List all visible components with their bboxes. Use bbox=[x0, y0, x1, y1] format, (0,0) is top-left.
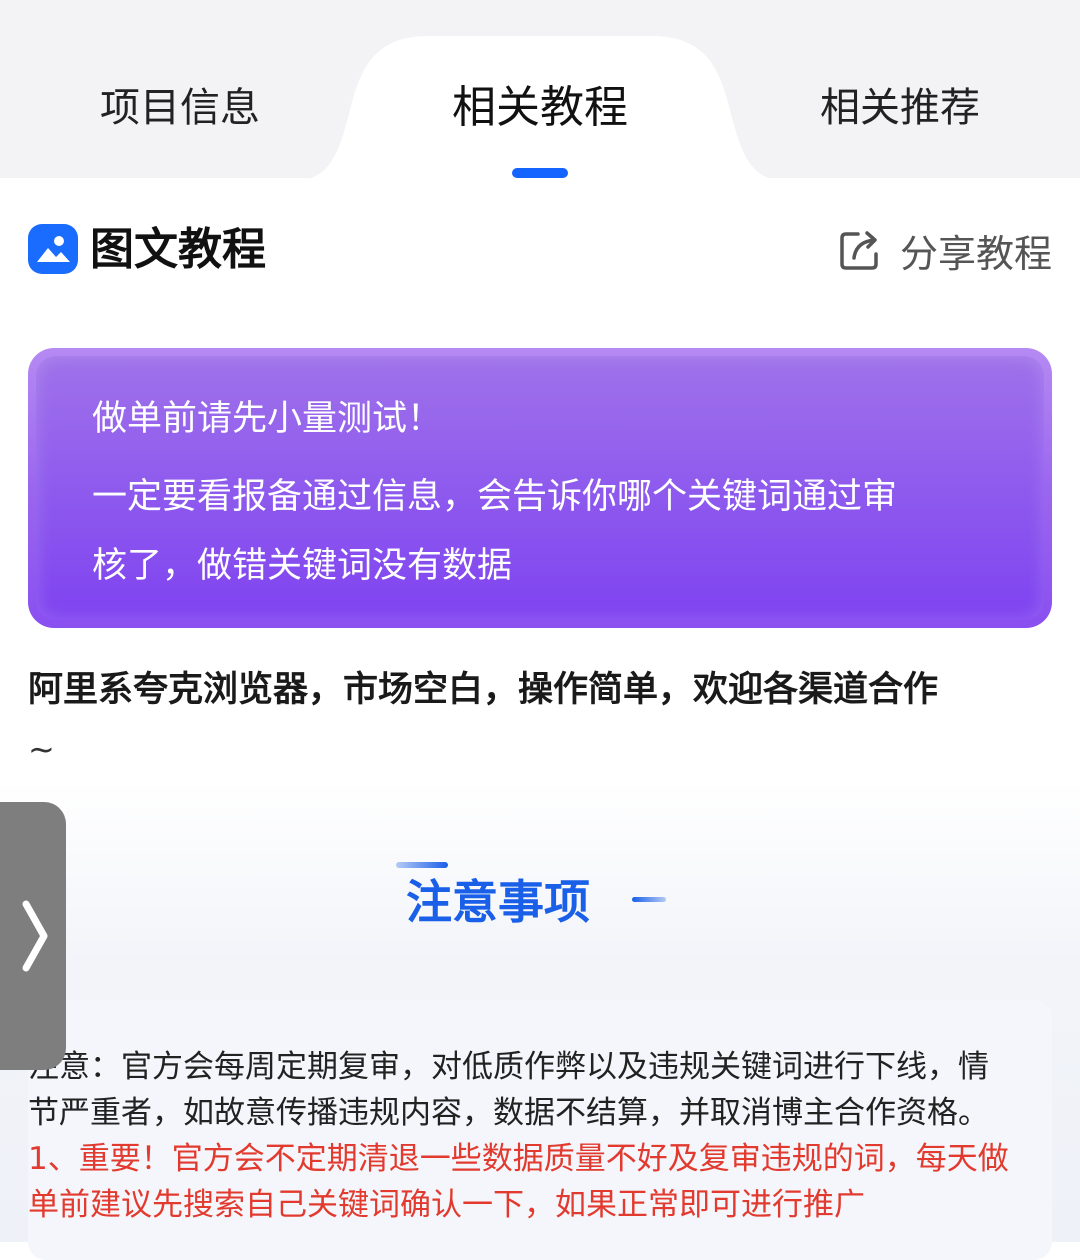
notes-paragraph: 注意：官方会每周定期复审，对低质作弊以及违规关键词进行下线，情节严重者，如故意传… bbox=[28, 1049, 989, 1131]
tab-project-info[interactable]: 项目信息 bbox=[60, 78, 300, 138]
project-description: 阿里系夸克浏览器，市场空白，操作简单，欢迎各渠道合作 bbox=[28, 670, 939, 710]
share-tutorial-button[interactable]: 分享教程 bbox=[838, 220, 1052, 280]
caution-title: 注意事项 bbox=[406, 875, 590, 929]
title-decoration-left bbox=[396, 862, 448, 868]
notes-card: 注意：官方会每周定期复审，对低质作弊以及违规关键词进行下线，情节严重者，如故意传… bbox=[28, 1000, 1052, 1260]
active-tab-indicator bbox=[512, 168, 568, 178]
notice-line-1: 做单前请先小量测试！ bbox=[92, 399, 443, 439]
notice-line-3: 核了，做错关键词没有数据 bbox=[92, 546, 513, 586]
title-decoration-right bbox=[632, 897, 666, 902]
notice-banner: 做单前请先小量测试！ 一定要看报备通过信息，会告诉你哪个关键词通过审 核了，做错… bbox=[28, 348, 1052, 628]
tab-bar: 项目信息 相关教程 相关推荐 bbox=[0, 0, 1080, 180]
description-tilde: ~ bbox=[28, 730, 55, 768]
section-title: 图文教程 bbox=[90, 224, 266, 275]
notes-important: 1、重要！官方会不定期清退一些数据质量不好及复审违规的词，每天做单前建议先搜索自… bbox=[28, 1141, 1009, 1223]
chevron-right-icon bbox=[22, 900, 48, 972]
tab-related-recommendations[interactable]: 相关推荐 bbox=[780, 78, 1020, 138]
notice-inner: 做单前请先小量测试！ 一定要看报备通过信息，会告诉你哪个关键词通过审 核了，做错… bbox=[36, 356, 1044, 620]
image-icon bbox=[28, 224, 78, 274]
share-label: 分享教程 bbox=[899, 231, 1052, 276]
section-header: 图文教程 分享教程 bbox=[28, 220, 1052, 280]
tab-related-tutorials[interactable]: 相关教程 bbox=[410, 78, 670, 138]
share-icon bbox=[840, 231, 878, 270]
notice-line-2: 一定要看报备通过信息，会告诉你哪个关键词通过审 bbox=[92, 477, 898, 517]
side-drawer-handle[interactable] bbox=[0, 802, 66, 1070]
